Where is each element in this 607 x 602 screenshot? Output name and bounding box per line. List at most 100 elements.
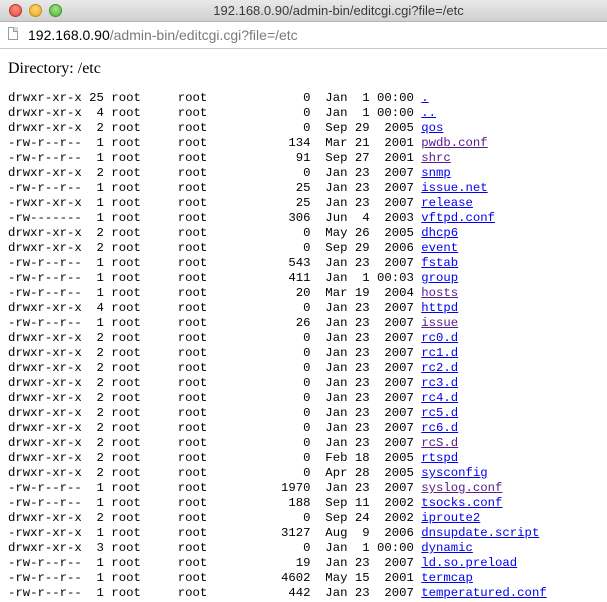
file-link[interactable]: release [421,196,473,210]
file-details: drwxr-xr-x 2 root root 0 Sep 29 2006 [8,241,422,255]
file-details: drwxr-xr-x 2 root root 0 Jan 23 2007 [8,391,422,405]
file-details: -rw-r--r-- 1 root root 134 Mar 21 2001 [8,136,422,150]
file-row: drwxr-xr-x 2 root root 0 Jan 23 2007 snm… [8,166,607,181]
file-link[interactable]: dynamic [421,541,473,555]
file-row: drwxr-xr-x 2 root root 0 May 26 2005 dhc… [8,226,607,241]
file-row: -rwxr-xr-x 1 root root 3127 Aug 9 2006 d… [8,526,607,541]
file-link[interactable]: termcap [421,571,473,585]
address-host: 192.168.0.90 [28,27,110,43]
file-details: drwxr-xr-x 2 root root 0 Jan 23 2007 [8,436,422,450]
page-icon [8,27,18,40]
file-link[interactable]: shrc [421,151,451,165]
file-details: drwxr-xr-x 2 root root 0 Jan 23 2007 [8,421,422,435]
file-link[interactable]: rcS.d [421,436,458,450]
close-window-button[interactable] [9,4,22,17]
file-details: -rw-r--r-- 1 root root 543 Jan 23 2007 [8,256,422,270]
file-row: -rw-r--r-- 1 root root 134 Mar 21 2001 p… [8,136,607,151]
file-link[interactable]: pwdb.conf [421,136,487,150]
file-row: drwxr-xr-x 2 root root 0 Jan 23 2007 rc1… [8,346,607,361]
file-row: -rw-r--r-- 1 root root 26 Jan 23 2007 is… [8,316,607,331]
address-path: /admin-bin/editcgi.cgi?file=/etc [109,27,298,43]
file-link[interactable]: ld.so.preload [421,556,517,570]
file-details: drwxr-xr-x 2 root root 0 Jan 23 2007 [8,361,422,375]
file-row: drwxr-xr-x 2 root root 0 Jan 23 2007 rc3… [8,376,607,391]
file-link[interactable]: dnsupdate.script [421,526,539,540]
file-row: drwxr-xr-x 2 root root 0 Jan 23 2007 rc6… [8,421,607,436]
file-row: -rw-r--r-- 1 root root 19 Jan 23 2007 ld… [8,556,607,571]
file-link[interactable]: snmp [421,166,451,180]
file-link[interactable]: httpd [421,301,458,315]
file-details: drwxr-xr-x 2 root root 0 May 26 2005 [8,226,422,240]
file-link[interactable]: rc6.d [421,421,458,435]
file-row: drwxr-xr-x 2 root root 0 Feb 18 2005 rts… [8,451,607,466]
file-link[interactable]: rc5.d [421,406,458,420]
file-link[interactable]: rc2.d [421,361,458,375]
directory-heading: Directory: /etc [8,60,101,77]
file-details: -rw-r--r-- 1 root root 188 Sep 11 2002 [8,496,422,510]
file-details: -rw-r--r-- 1 root root 1970 Jan 23 2007 [8,481,422,495]
file-row: -rw-r--r-- 1 root root 442 Jan 23 2007 t… [8,586,607,601]
file-link[interactable]: rtspd [421,451,458,465]
file-row: -rw------- 1 root root 306 Jun 4 2003 vf… [8,211,607,226]
file-details: -rw------- 1 root root 306 Jun 4 2003 [8,211,422,225]
file-link[interactable]: rc0.d [421,331,458,345]
file-row: drwxr-xr-x 2 root root 0 Jan 23 2007 rc0… [8,331,607,346]
file-details: -rw-r--r-- 1 root root 26 Jan 23 2007 [8,316,422,330]
file-link[interactable]: temperatured.conf [421,586,546,600]
file-link[interactable]: qos [421,121,443,135]
file-row: -rw-r--r-- 1 root root 188 Sep 11 2002 t… [8,496,607,511]
file-details: drwxr-xr-x 2 root root 0 Jan 23 2007 [8,406,422,420]
file-link[interactable]: rc4.d [421,391,458,405]
file-row: -rw-r--r-- 1 root root 25 Jan 23 2007 is… [8,181,607,196]
file-link[interactable]: syslog.conf [421,481,502,495]
file-row: drwxr-xr-x 2 root root 0 Jan 23 2007 rc4… [8,391,607,406]
file-row: drwxr-xr-x 2 root root 0 Jan 23 2007 rcS… [8,436,607,451]
file-details: -rw-r--r-- 1 root root 442 Jan 23 2007 [8,586,422,600]
file-details: -rw-r--r-- 1 root root 91 Sep 27 2001 [8,151,422,165]
file-details: -rwxr-xr-x 1 root root 3127 Aug 9 2006 [8,526,422,540]
file-link[interactable]: issue.net [421,181,487,195]
file-link[interactable]: rc3.d [421,376,458,390]
file-link[interactable]: sysconfig [421,466,487,480]
address-bar[interactable]: 192.168.0.90/admin-bin/editcgi.cgi?file=… [0,22,607,49]
file-details: -rwxr-xr-x 1 root root 25 Jan 23 2007 [8,196,422,210]
file-details: drwxr-xr-x 2 root root 0 Apr 28 2005 [8,466,422,480]
file-link[interactable]: rc1.d [421,346,458,360]
file-details: -rw-r--r-- 1 root root 25 Jan 23 2007 [8,181,422,195]
file-link[interactable]: issue [421,316,458,330]
file-row: drwxr-xr-x 2 root root 0 Sep 29 2006 eve… [8,241,607,256]
file-row: -rwxr-xr-x 1 root root 25 Jan 23 2007 re… [8,196,607,211]
file-row: -rw-r--r-- 1 root root 1970 Jan 23 2007 … [8,481,607,496]
file-link[interactable]: vftpd.conf [421,211,495,225]
address-url[interactable]: 192.168.0.90/admin-bin/editcgi.cgi?file=… [28,22,298,49]
file-details: drwxr-xr-x 25 root root 0 Jan 1 00:00 [8,91,422,105]
file-details: drwxr-xr-x 3 root root 0 Jan 1 00:00 [8,541,422,555]
file-details: drwxr-xr-x 2 root root 0 Sep 29 2005 [8,121,422,135]
file-details: drwxr-xr-x 4 root root 0 Jan 1 00:00 [8,106,422,120]
file-details: drwxr-xr-x 2 root root 0 Jan 23 2007 [8,331,422,345]
file-row: drwxr-xr-x 2 root root 0 Apr 28 2005 sys… [8,466,607,481]
file-link[interactable]: hosts [421,286,458,300]
file-row: -rw-r--r-- 1 root root 91 Sep 27 2001 sh… [8,151,607,166]
file-link[interactable]: tsocks.conf [421,496,502,510]
file-link[interactable]: group [421,271,458,285]
minimize-window-button[interactable] [29,4,42,17]
file-row: drwxr-xr-x 3 root root 0 Jan 1 00:00 dyn… [8,541,607,556]
file-row: -rw-r--r-- 1 root root 543 Jan 23 2007 f… [8,256,607,271]
zoom-window-button[interactable] [49,4,62,17]
file-details: drwxr-xr-x 2 root root 0 Jan 23 2007 [8,166,422,180]
file-row: drwxr-xr-x 2 root root 0 Jan 23 2007 rc5… [8,406,607,421]
file-row: drwxr-xr-x 4 root root 0 Jan 23 2007 htt… [8,301,607,316]
file-details: -rw-r--r-- 1 root root 19 Jan 23 2007 [8,556,422,570]
file-details: drwxr-xr-x 4 root root 0 Jan 23 2007 [8,301,422,315]
file-link[interactable]: event [421,241,458,255]
file-link[interactable]: . [421,91,428,105]
file-details: drwxr-xr-x 2 root root 0 Jan 23 2007 [8,376,422,390]
file-link[interactable]: iproute2 [421,511,480,525]
page-content: Directory: /etc drwxr-xr-x 25 root root … [8,59,607,601]
file-link[interactable]: .. [421,106,436,120]
file-link[interactable]: dhcp6 [421,226,458,240]
file-link[interactable]: fstab [421,256,458,270]
file-row: -rw-r--r-- 1 root root 4602 May 15 2001 … [8,571,607,586]
file-details: -rw-r--r-- 1 root root 20 Mar 19 2004 [8,286,422,300]
